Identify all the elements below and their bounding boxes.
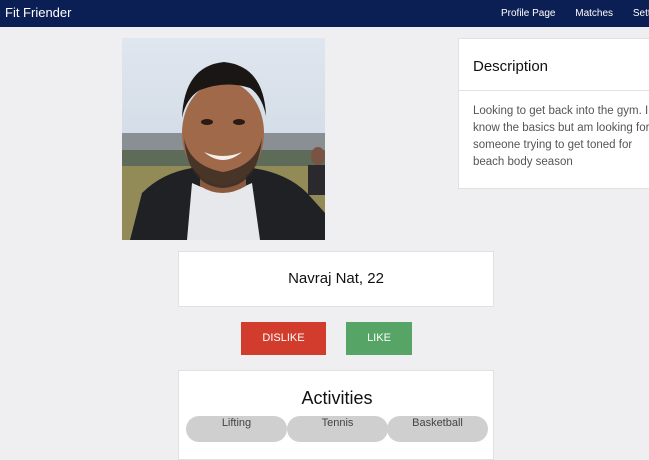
activity-tag-lifting[interactable]: Lifting bbox=[186, 416, 287, 442]
activity-tag-tennis[interactable]: Tennis bbox=[287, 416, 388, 442]
description-title: Description bbox=[473, 58, 549, 75]
nav-link-settings[interactable]: Settings bbox=[633, 7, 649, 20]
profile-photo bbox=[122, 38, 325, 240]
nav-link-matches[interactable]: Matches bbox=[575, 7, 613, 20]
activities-title: Activities bbox=[301, 388, 373, 408]
app-brand[interactable]: Fit Friender bbox=[5, 5, 71, 21]
dislike-button[interactable]: DISLIKE bbox=[241, 322, 326, 355]
activities-card: Activities Lifting Tennis Basketball bbox=[178, 370, 494, 460]
top-navbar: Fit Friender Profile Page Matches Settin… bbox=[0, 0, 649, 27]
like-button[interactable]: LIKE bbox=[346, 322, 412, 355]
activity-tag-basketball[interactable]: Basketball bbox=[387, 416, 488, 442]
description-text: Looking to get back into the gym. I know… bbox=[473, 105, 649, 168]
nav-links: Profile Page Matches Settings bbox=[501, 7, 649, 20]
description-card: Description Looking to get back into the… bbox=[458, 38, 649, 189]
description-divider bbox=[459, 90, 649, 91]
profile-photo-image bbox=[122, 38, 325, 240]
name-card: Navraj Nat, 22 bbox=[178, 251, 494, 307]
nav-link-profile-page[interactable]: Profile Page bbox=[501, 7, 555, 20]
profile-name-age: Navraj Nat, 22 bbox=[288, 270, 384, 287]
